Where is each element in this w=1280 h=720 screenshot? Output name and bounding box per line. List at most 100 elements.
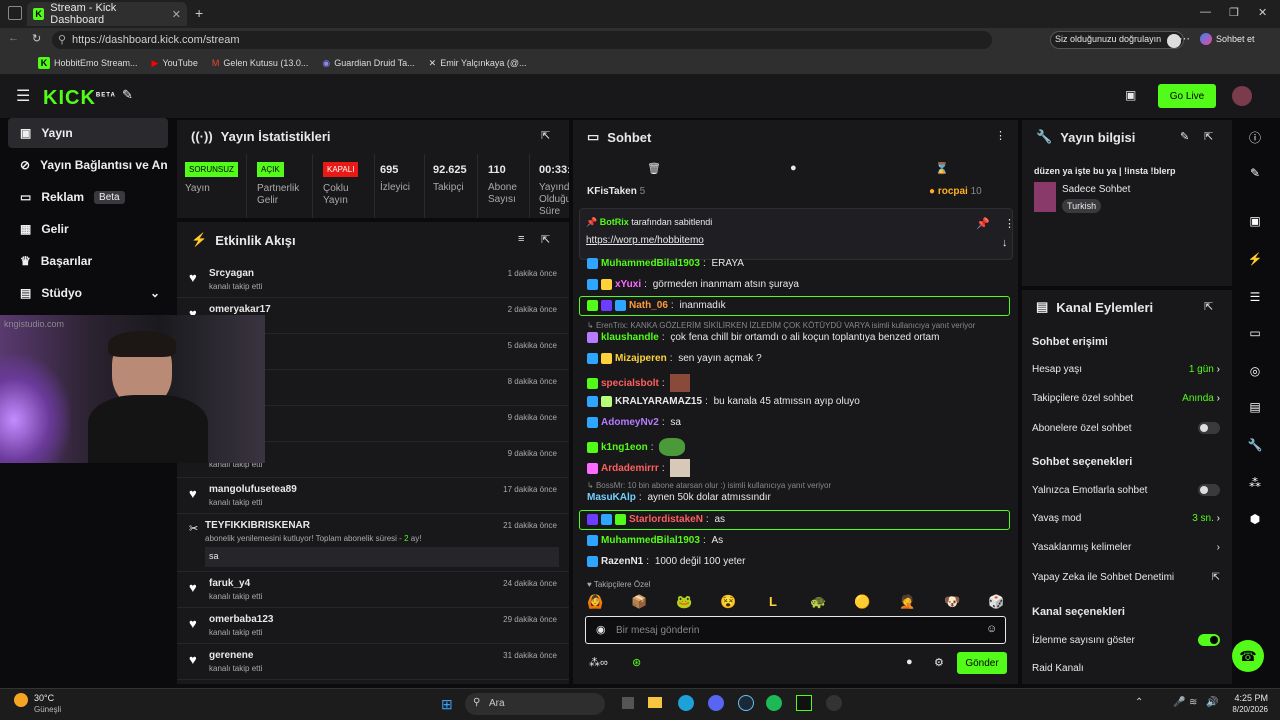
chat-username[interactable]: Mizajperen bbox=[615, 353, 667, 364]
sidebar-item-studio[interactable]: ▤ Stüdyo ⌄ bbox=[8, 278, 168, 308]
chat-input[interactable]: ◉ Bir mesaj gönderin ☺ bbox=[585, 616, 1006, 644]
chat-username[interactable]: AdomeyNv2 bbox=[601, 417, 659, 428]
sidebar-item-stream-key[interactable]: ⊘ Yayın Bağlantısı ve Anahtar bbox=[8, 150, 168, 180]
quick-emote-icon[interactable]: 📦 bbox=[631, 594, 647, 610]
sidebar-item-revenue[interactable]: ▦ Gelir bbox=[8, 214, 168, 244]
chat-tools-icon[interactable]: ⁂∞ bbox=[589, 656, 608, 669]
popout-icon[interactable]: ⇱ bbox=[1204, 300, 1213, 313]
terminal-icon[interactable] bbox=[796, 695, 812, 711]
kick-logo[interactable]: KICKBETA bbox=[43, 87, 116, 110]
browser-tab[interactable]: K Stream - Kick Dashboard ✕ bbox=[27, 2, 187, 26]
quick-emote-icon[interactable]: 😵 bbox=[720, 594, 736, 610]
media-icon[interactable]: ▣ bbox=[1240, 206, 1270, 236]
file-explorer-icon[interactable] bbox=[648, 697, 662, 708]
followers-chat-setting[interactable]: Takipçilere özel sohbet Anında › bbox=[1032, 393, 1220, 404]
chat-username[interactable]: MuhammedBilal1903 bbox=[601, 258, 700, 269]
emote-only-toggle[interactable] bbox=[1198, 484, 1220, 496]
bookmark-item[interactable]: ▶ YouTube bbox=[152, 58, 198, 69]
quick-emote-icon[interactable]: 🐸 bbox=[676, 594, 692, 610]
edit-icon[interactable]: ✎ bbox=[1180, 130, 1189, 143]
chat-username[interactable]: MuhammedBilal1903 bbox=[601, 535, 700, 546]
wrench-icon[interactable]: 🔧 bbox=[1240, 430, 1270, 460]
chat-settings-icon[interactable]: ⚙ bbox=[934, 656, 944, 669]
hamburger-menu-icon[interactable]: ☰ bbox=[16, 86, 30, 106]
category-thumbnail[interactable] bbox=[1034, 182, 1056, 212]
popout-icon[interactable]: ⇱ bbox=[541, 233, 550, 246]
tab-actions-icon[interactable] bbox=[8, 6, 22, 20]
unpin-icon[interactable]: 📌 bbox=[976, 217, 990, 230]
category-name[interactable]: Sadece Sohbet bbox=[1062, 184, 1130, 195]
top-chatter-name[interactable]: KFisTaken bbox=[587, 186, 637, 197]
layout-icon[interactable]: ▤ bbox=[1240, 392, 1270, 422]
task-view-icon[interactable] bbox=[622, 697, 634, 709]
clock-date[interactable]: 8/20/2026 bbox=[1222, 705, 1268, 714]
steam-icon[interactable] bbox=[738, 695, 754, 711]
banned-words-setting[interactable]: Yasaklanmış kelimeler › bbox=[1032, 542, 1220, 553]
subscribers-chat-toggle[interactable] bbox=[1198, 422, 1220, 434]
pinned-link[interactable]: https://worp.me/hobbitemo bbox=[586, 235, 704, 246]
theater-mode-icon[interactable]: ▣ bbox=[1125, 88, 1136, 102]
send-button[interactable]: Gönder bbox=[957, 652, 1007, 674]
windows-start-icon[interactable]: ⊞ bbox=[441, 696, 453, 713]
sidebar-item-achievements[interactable]: ♛ Başarılar bbox=[8, 246, 168, 276]
weather-icon[interactable] bbox=[14, 693, 28, 707]
chat-username[interactable]: RazenN1 bbox=[601, 556, 643, 567]
sidebar-item-ads[interactable]: ▭ Reklam Beta bbox=[8, 182, 168, 212]
more-menu-icon[interactable]: ⋯ bbox=[1179, 32, 1190, 45]
discord-icon[interactable] bbox=[708, 695, 724, 711]
chat-username[interactable]: KRALYARAMAZ15 bbox=[615, 396, 702, 407]
user-avatar[interactable] bbox=[1232, 86, 1252, 106]
chat-menu-icon[interactable]: ⋮ bbox=[995, 129, 1006, 142]
popout-icon[interactable]: ⇱ bbox=[541, 129, 550, 142]
chat-username[interactable]: StarlordistakeN bbox=[629, 514, 703, 525]
trash-icon[interactable]: 🗑 bbox=[647, 162, 661, 175]
maximize-icon[interactable]: ❐ bbox=[1229, 6, 1239, 19]
microphone-icon[interactable]: 🎤 bbox=[1173, 697, 1185, 708]
help-support-icon[interactable]: ☎ bbox=[1232, 640, 1264, 672]
chat-icon[interactable]: ▭ bbox=[1240, 318, 1270, 348]
go-live-button[interactable]: Go Live bbox=[1158, 84, 1216, 108]
site-info-icon[interactable]: ⚲ bbox=[58, 33, 66, 46]
kick-rewards-icon[interactable]: ⊛ bbox=[632, 656, 641, 669]
obs-icon[interactable] bbox=[826, 695, 842, 711]
edge-icon[interactable] bbox=[678, 695, 694, 711]
bookmark-item[interactable]: ◉ Guardian Druid Ta... bbox=[322, 58, 414, 69]
chat-username[interactable]: Nath_06 bbox=[629, 300, 668, 311]
top-gifter[interactable]: ● rocpai 10 bbox=[929, 186, 982, 197]
pin-menu-icon[interactable]: ⋮ bbox=[1004, 217, 1015, 230]
chat-username[interactable]: Ardademirrr bbox=[601, 463, 659, 474]
account-age-setting[interactable]: Hesap yaşı 1 gün › bbox=[1032, 364, 1220, 375]
clock-time[interactable]: 4:25 PM bbox=[1222, 693, 1268, 703]
popout-icon[interactable]: ⇱ bbox=[1204, 130, 1213, 143]
show-viewers-toggle[interactable] bbox=[1198, 634, 1220, 646]
wifi-icon[interactable]: ≋ bbox=[1189, 697, 1197, 708]
copilot-chat-button[interactable]: Sohbet et bbox=[1200, 33, 1255, 45]
back-icon[interactable]: ← bbox=[8, 32, 19, 44]
ai-moderation-setting[interactable]: Yapay Zeka ile Sohbet Denetimi ⇱ bbox=[1032, 572, 1220, 583]
volume-icon[interactable]: 🔊 bbox=[1206, 697, 1218, 708]
new-tab-icon[interactable]: + bbox=[195, 5, 203, 21]
hourglass-icon[interactable]: ⌛ bbox=[935, 162, 949, 175]
list-icon[interactable]: ☰ bbox=[1240, 282, 1270, 312]
pencil-icon[interactable]: ✎ bbox=[1240, 158, 1270, 188]
chat-username[interactable]: klaushandle bbox=[601, 332, 659, 343]
chat-users-icon[interactable]: ● bbox=[906, 656, 913, 668]
quick-emote-icon[interactable]: 🎲 bbox=[988, 594, 1004, 610]
chat-filter-icon[interactable]: ● bbox=[790, 162, 797, 174]
quick-emote-icon[interactable]: 🤦 bbox=[899, 594, 915, 610]
spotify-icon[interactable] bbox=[766, 695, 782, 711]
close-tab-icon[interactable]: ✕ bbox=[172, 8, 181, 21]
quick-emote-icon[interactable]: 🐶 bbox=[944, 594, 960, 610]
gift-icon[interactable]: ⬢ bbox=[1240, 504, 1270, 534]
quick-emote-icon[interactable]: 🙆 bbox=[587, 594, 603, 610]
url-input[interactable]: ⚲ https://dashboard.kick.com/stream bbox=[52, 31, 992, 49]
taskbar-search[interactable]: ⚲ Ara bbox=[465, 693, 605, 715]
refresh-icon[interactable]: ↻ bbox=[32, 32, 41, 45]
chat-username[interactable]: MasuKAlp bbox=[587, 492, 636, 503]
profile-verify-button[interactable]: Siz olduğunuzu doğrulayın bbox=[1050, 31, 1185, 49]
share-icon[interactable]: ⁂ bbox=[1240, 468, 1270, 498]
bookmark-item[interactable]: ✕ Emir Yalçınkaya (@... bbox=[429, 58, 527, 69]
scroll-down-icon[interactable]: ↓ bbox=[1002, 237, 1008, 249]
window-close-icon[interactable]: ✕ bbox=[1258, 6, 1267, 19]
bookmark-item[interactable]: M Gelen Kutusu (13.0... bbox=[212, 58, 309, 68]
